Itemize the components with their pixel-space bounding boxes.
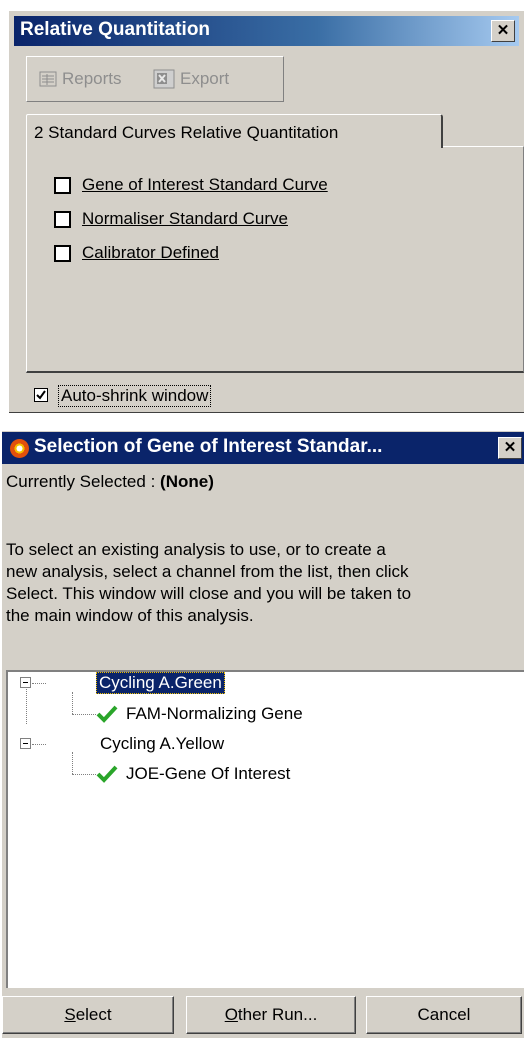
tree-connector	[32, 744, 46, 745]
tree-node-fam-normalizing[interactable]: FAM-Normalizing Gene	[126, 704, 303, 724]
export-button[interactable]: Export	[153, 66, 229, 92]
tab-2-standard-curves[interactable]: 2 Standard Curves Relative Quantitation	[26, 114, 443, 148]
window1-title: Relative Quantitation	[20, 19, 211, 40]
calibrator-link[interactable]: Calibrator Defined	[82, 243, 219, 263]
collapse-icon[interactable]	[20, 738, 31, 749]
currently-selected-label: Currently Selected : (None)	[6, 472, 214, 492]
select-label: elect	[75, 1005, 112, 1024]
checkmark-icon	[96, 765, 118, 783]
tree-connector	[72, 752, 73, 774]
instructions-line-1: To select an existing analysis to use, o…	[6, 540, 386, 559]
instructions-line-4: the main window of this analysis.	[6, 606, 254, 625]
tree-connector	[72, 692, 73, 714]
tree-node-cycling-a-yellow[interactable]: Cycling A.Yellow	[100, 734, 224, 754]
collapse-icon[interactable]	[20, 677, 31, 688]
close-icon[interactable]: ✕	[498, 437, 522, 459]
auto-shrink-checkbox[interactable]	[34, 388, 48, 402]
instructions-line-2: new analysis, select a channel from the …	[6, 562, 409, 581]
other-run-accel: O	[224, 1005, 238, 1024]
app-icon	[10, 439, 29, 458]
gene-of-interest-link[interactable]: Gene of Interest Standard Curve	[82, 175, 328, 195]
instructions-line-3: Select. This window will close and you w…	[6, 584, 412, 603]
tree-connector	[32, 683, 46, 684]
other-run-label: ther Run...	[237, 1005, 318, 1024]
select-button[interactable]: Select	[2, 996, 174, 1034]
currently-selected-text: Currently Selected :	[6, 472, 156, 491]
window2-title: Selection of Gene of Interest Standar...	[34, 436, 383, 457]
auto-shrink-label[interactable]: Auto-shrink window	[58, 385, 212, 407]
cancel-button[interactable]: Cancel	[366, 996, 522, 1034]
checkmark-icon	[96, 705, 118, 723]
tree-node-joe-gene-of-interest[interactable]: JOE-Gene Of Interest	[126, 764, 290, 784]
close-icon[interactable]: ✕	[491, 20, 515, 42]
export-label: Export	[180, 69, 230, 88]
channel-tree[interactable]: Cycling A.Green FAM-Normalizing Gene Cyc…	[6, 670, 524, 988]
normaliser-checkbox[interactable]	[54, 211, 71, 228]
tab-label: 2 Standard Curves Relative Quantitation	[34, 123, 339, 142]
normaliser-link[interactable]: Normaliser Standard Curve	[82, 209, 288, 229]
reports-label: Reports	[62, 69, 122, 88]
checkmark-icon	[36, 390, 46, 400]
select-accel: S	[64, 1005, 76, 1024]
window1-titlebar[interactable]: Relative Quantitation ✕	[14, 16, 519, 46]
reports-button[interactable]: Reports	[39, 66, 122, 92]
tree-connector	[72, 714, 96, 715]
currently-selected-value: (None)	[160, 472, 214, 491]
calibrator-checkbox[interactable]	[54, 245, 71, 262]
window2-titlebar[interactable]: Selection of Gene of Interest Standar...…	[2, 432, 524, 464]
tree-node-cycling-a-green[interactable]: Cycling A.Green	[96, 672, 225, 694]
window1-toolbar: Reports Export	[26, 56, 284, 102]
tree-connector	[72, 774, 96, 775]
cancel-label: Cancel	[417, 1005, 471, 1024]
export-icon	[153, 69, 175, 89]
reports-icon	[39, 71, 57, 87]
gene-of-interest-checkbox[interactable]	[54, 177, 71, 194]
other-run-button[interactable]: Other Run...	[186, 996, 356, 1034]
